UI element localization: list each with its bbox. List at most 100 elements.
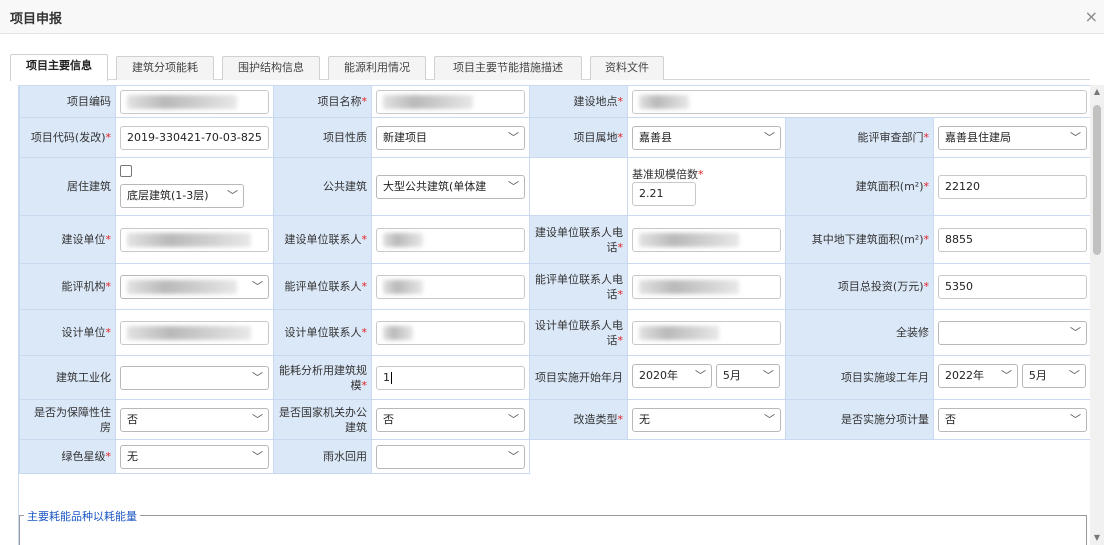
analysis-scale-input[interactable]: 1	[376, 365, 525, 390]
green-star-select[interactable]: 无 ﹀	[120, 444, 269, 469]
label-build-location: 建设地点*	[529, 85, 628, 118]
label-affordable-housing: 是否为保障性住房	[19, 399, 116, 440]
chevron-down-icon: ﹀	[764, 412, 775, 426]
scale-multiple-input[interactable]: 2.21	[632, 181, 696, 206]
tab-energy-use[interactable]: 能源利用情况	[328, 56, 426, 80]
project-name-input[interactable]	[376, 89, 525, 114]
building-area-input[interactable]: 22120	[938, 174, 1088, 199]
chevron-down-icon: ﹀	[508, 412, 519, 426]
chevron-down-icon: ﹀	[252, 370, 263, 384]
project-info-form: 项目编码 项目名称* 建设地点* 项目代码(发改)* 2019-330421-7…	[19, 85, 1090, 474]
reform-code-input[interactable]: 2019-330421-70-03-825	[120, 125, 269, 150]
label-reform-code: 项目代码(发改)*	[19, 117, 116, 158]
label-project-locality: 项目属地*	[529, 117, 628, 158]
residential-checkbox[interactable]	[120, 165, 132, 177]
tab-energy-measures[interactable]: 项目主要节能措施描述	[434, 56, 582, 80]
chevron-down-icon: ﹀	[1070, 412, 1082, 426]
industrialization-select[interactable]: ﹀	[120, 365, 269, 390]
public-building-select[interactable]: 大型公共建筑(单体建 ﹀	[376, 174, 525, 199]
vertical-scrollbar[interactable]: ▲ ▼	[1090, 85, 1104, 545]
label-sub-metering: 是否实施分项计量	[785, 399, 934, 440]
eval-phone-input[interactable]	[632, 274, 781, 299]
close-icon[interactable]: ×	[1085, 7, 1098, 26]
affordable-housing-select[interactable]: 否 ﹀	[120, 407, 269, 432]
label-build-unit: 建设单位*	[19, 215, 116, 264]
energy-consumption-fieldset: 主要耗能品种以耗能量	[19, 508, 1087, 545]
label-start-month: 项目实施开始年月	[529, 355, 628, 400]
chevron-down-icon: ﹀	[252, 449, 263, 463]
chevron-down-icon: ﹀	[762, 369, 774, 382]
design-phone-input[interactable]	[632, 320, 781, 345]
eval-org-select[interactable]: ﹀	[120, 274, 269, 299]
design-contact-input[interactable]	[376, 320, 525, 345]
tab-envelope-info[interactable]: 围护结构信息	[222, 56, 320, 80]
chevron-down-icon: ﹀	[252, 279, 263, 293]
scroll-up-icon[interactable]: ▲	[1090, 85, 1104, 99]
chevron-down-icon: ﹀	[1070, 130, 1082, 144]
chevron-down-icon: ﹀	[1001, 369, 1012, 382]
label-design-phone: 设计单位联系人电话*	[529, 309, 628, 356]
label-industrialization: 建筑工业化	[19, 355, 116, 400]
tab-project-main-info[interactable]: 项目主要信息	[10, 54, 108, 81]
label-green-star: 绿色星级*	[19, 439, 116, 474]
chevron-down-icon: ﹀	[508, 449, 519, 463]
form-area: 项目编码 项目名称* 建设地点* 项目代码(发改)* 2019-330421-7…	[18, 85, 1090, 545]
label-design-contact: 设计单位联系人*	[273, 309, 372, 356]
tab-building-energy[interactable]: 建筑分项能耗	[116, 56, 214, 80]
label-eval-phone: 能评单位联系人电话*	[529, 263, 628, 310]
residential-type-select[interactable]: 底层建筑(1-3层) ﹀	[120, 184, 244, 208]
tab-documents[interactable]: 资料文件	[590, 56, 664, 80]
label-public-building: 公共建筑	[273, 157, 372, 216]
chevron-down-icon: ﹀	[764, 130, 775, 144]
eval-contact-input[interactable]	[376, 274, 525, 299]
project-nature-select[interactable]: 新建项目 ﹀	[376, 125, 525, 150]
label-reform-type: 改造类型*	[529, 399, 628, 440]
label-residential: 居住建筑	[19, 157, 116, 216]
project-code-input[interactable]	[120, 89, 269, 114]
label-scale-multiple: 基准规模倍数*	[632, 167, 704, 181]
label-total-investment: 项目总投资(万元)*	[785, 263, 934, 310]
label-design-unit: 设计单位*	[19, 309, 116, 356]
design-unit-input[interactable]	[120, 320, 269, 345]
fieldset-legend: 主要耗能品种以耗能量	[24, 508, 140, 524]
start-month-select[interactable]: 5月 ﹀	[715, 364, 780, 388]
label-eval-org: 能评机构*	[19, 263, 116, 310]
label-analysis-scale: 能耗分析用建筑规模*	[273, 355, 372, 400]
chevron-down-icon: ﹀	[508, 179, 519, 193]
build-location-input[interactable]	[632, 89, 1088, 114]
total-investment-input[interactable]: 5350	[938, 274, 1088, 299]
dialog-titlebar: 项目申报 ×	[0, 0, 1104, 34]
project-locality-select[interactable]: 嘉善县 ﹀	[632, 125, 781, 150]
sub-metering-select[interactable]: 否 ﹀	[938, 407, 1088, 432]
label-review-dept: 能评审查部门*	[785, 117, 934, 158]
review-dept-select[interactable]: 嘉善县住建局 ﹀	[938, 125, 1088, 150]
end-year-select[interactable]: 2022年 ﹀	[938, 364, 1018, 388]
label-rainwater: 雨水回用	[273, 439, 372, 474]
chevron-down-icon: ﹀	[1068, 369, 1080, 382]
build-phone-input[interactable]	[632, 227, 781, 252]
scroll-thumb[interactable]	[1093, 105, 1101, 255]
tab-bar: 项目主要信息 建筑分项能耗 围护结构信息 能源利用情况 项目主要节能措施描述 资…	[10, 52, 1090, 81]
label-build-phone: 建设单位联系人电话*	[529, 215, 628, 264]
chevron-down-icon: ﹀	[508, 130, 519, 144]
build-unit-input[interactable]	[120, 227, 269, 252]
label-project-name: 项目名称*	[273, 85, 372, 118]
chevron-down-icon: ﹀	[252, 412, 263, 426]
chevron-down-icon: ﹀	[1070, 325, 1082, 339]
label-govt-office: 是否国家机关办公建筑	[273, 399, 372, 440]
label-full-decoration: 全装修	[785, 309, 934, 356]
build-contact-input[interactable]	[376, 227, 525, 252]
label-project-code: 项目编码	[19, 85, 116, 118]
chevron-down-icon: ﹀	[695, 369, 706, 382]
label-project-nature: 项目性质	[273, 117, 372, 158]
underground-area-input[interactable]: 8855	[938, 227, 1088, 252]
start-year-select[interactable]: 2020年 ﹀	[632, 364, 712, 388]
reform-type-select[interactable]: 无 ﹀	[632, 407, 781, 432]
dialog-title: 项目申报	[10, 12, 63, 27]
govt-office-select[interactable]: 否 ﹀	[376, 407, 525, 432]
end-month-select[interactable]: 5月 ﹀	[1021, 364, 1086, 388]
full-decoration-select[interactable]: ﹀	[938, 320, 1088, 345]
rainwater-select[interactable]: ﹀	[376, 444, 525, 469]
scroll-down-icon[interactable]: ▼	[1090, 531, 1104, 545]
label-end-month: 项目实施竣工年月	[785, 355, 934, 400]
